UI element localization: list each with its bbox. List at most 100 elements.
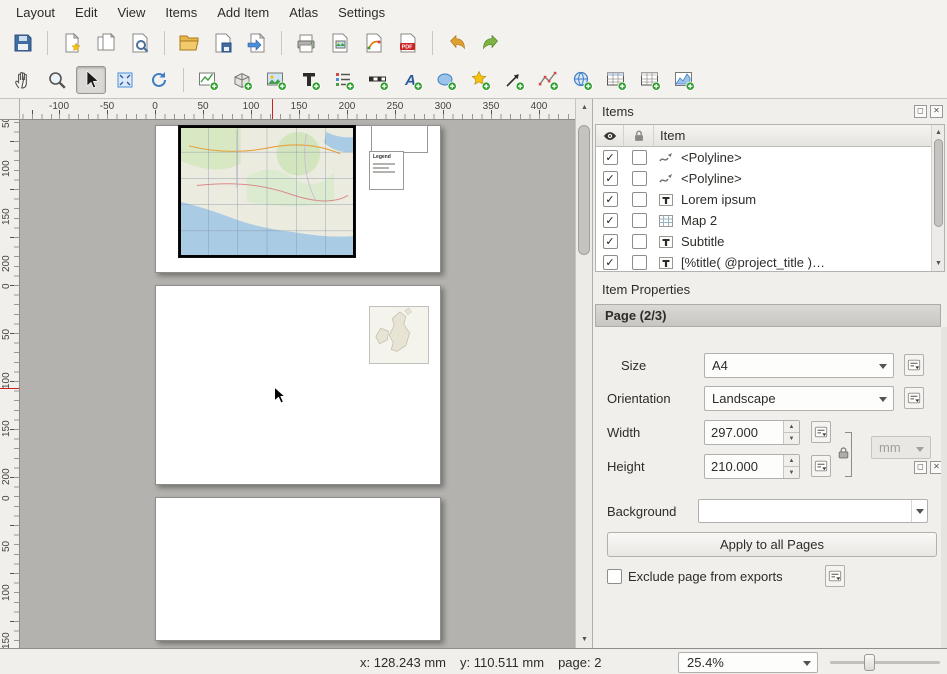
scroll-up-arrow[interactable]: ▲ — [933, 125, 944, 140]
lock-checkbox[interactable] — [632, 192, 647, 207]
map-item[interactable] — [178, 125, 356, 258]
scrollbar-thumb[interactable] — [934, 139, 943, 227]
apply-to-all-pages-button[interactable]: Apply to all Pages — [607, 532, 937, 557]
save-button[interactable] — [8, 29, 38, 57]
add-marker-button[interactable] — [465, 66, 495, 94]
lock-checkbox[interactable] — [632, 255, 647, 270]
legend-item[interactable]: Legend — [369, 151, 404, 190]
add-shape-button[interactable] — [431, 66, 461, 94]
items-row[interactable]: Map 2 — [596, 210, 931, 231]
zoom-slider-thumb[interactable] — [864, 654, 875, 671]
items-list-scrollbar[interactable]: ▲ ▼ — [931, 125, 944, 271]
items-row[interactable]: Subtitle — [596, 231, 931, 252]
add-3d-map-button[interactable] — [227, 66, 257, 94]
add-attribute-table-button[interactable] — [601, 66, 631, 94]
layout-page-3[interactable] — [155, 497, 441, 641]
visibility-checkbox[interactable] — [603, 234, 618, 249]
data-defined-override-button[interactable] — [811, 455, 831, 477]
add-node-item-button[interactable] — [533, 66, 563, 94]
add-picture-button[interactable] — [261, 66, 291, 94]
new-layout-button[interactable] — [57, 29, 87, 57]
undo-button[interactable] — [442, 29, 472, 57]
lock-checkbox[interactable] — [632, 171, 647, 186]
float-panel-button[interactable]: ◻ — [914, 461, 927, 474]
redo-button[interactable] — [476, 29, 506, 57]
zoom-combobox[interactable]: 25.4% — [678, 652, 818, 673]
empty-label-item[interactable] — [371, 125, 428, 153]
visibility-checkbox[interactable] — [603, 213, 618, 228]
data-defined-override-button[interactable] — [825, 565, 845, 587]
export-pdf-button[interactable]: PDF — [393, 29, 423, 57]
lock-checkbox[interactable] — [632, 150, 647, 165]
menu-item-add-item[interactable]: Add Item — [207, 2, 279, 23]
visibility-checkbox[interactable] — [603, 150, 618, 165]
add-fixed-table-button[interactable] — [635, 66, 665, 94]
visibility-checkbox[interactable] — [603, 171, 618, 186]
spin-down-button[interactable]: ▼ — [784, 433, 799, 444]
items-row[interactable]: <Polyline> — [596, 168, 931, 189]
pan-button[interactable] — [8, 66, 38, 94]
background-color-dropdown[interactable] — [911, 500, 927, 522]
layout-page-2[interactable] — [155, 285, 441, 485]
add-dynamic-text-button[interactable]: A — [397, 66, 427, 94]
add-scalebar-button[interactable] — [363, 66, 393, 94]
save-as-template-button[interactable] — [208, 29, 238, 57]
export-svg-button[interactable] — [359, 29, 389, 57]
scroll-up-arrow[interactable]: ▲ — [577, 100, 592, 115]
close-panel-button[interactable]: ✕ — [930, 105, 943, 118]
add-map-button[interactable] — [193, 66, 223, 94]
size-combobox[interactable]: A4 — [704, 353, 894, 378]
zoom-button[interactable] — [42, 66, 72, 94]
width-input[interactable] — [711, 423, 773, 442]
add-arrow-button[interactable] — [499, 66, 529, 94]
visibility-checkbox[interactable] — [603, 255, 618, 270]
background-color-button[interactable] — [698, 499, 928, 523]
exclude-page-checkbox[interactable] — [607, 569, 622, 584]
float-panel-button[interactable]: ◻ — [914, 105, 927, 118]
zoom-slider-track[interactable] — [830, 661, 940, 664]
add-label-button[interactable] — [295, 66, 325, 94]
items-row[interactable]: [%title( @project_title )… — [596, 252, 931, 271]
picture-map-item[interactable] — [369, 306, 429, 364]
data-defined-override-button[interactable] — [904, 354, 924, 376]
menu-item-view[interactable]: View — [107, 2, 155, 23]
layout-manager-button[interactable] — [125, 29, 155, 57]
spin-up-button[interactable]: ▲ — [784, 455, 799, 467]
zoom-full-button[interactable] — [110, 66, 140, 94]
items-row[interactable]: Lorem ipsum — [596, 189, 931, 210]
spin-up-button[interactable]: ▲ — [784, 421, 799, 433]
add-legend-button[interactable] — [329, 66, 359, 94]
lock-checkbox[interactable] — [632, 234, 647, 249]
print-button[interactable] — [291, 29, 321, 57]
scrollbar-thumb[interactable] — [578, 125, 590, 255]
spin-down-button[interactable]: ▼ — [784, 467, 799, 478]
menu-item-edit[interactable]: Edit — [65, 2, 107, 23]
menu-item-settings[interactable]: Settings — [328, 2, 395, 23]
export-image-button[interactable] — [325, 29, 355, 57]
layout-viewport[interactable]: Legend — [20, 120, 575, 648]
canvas-vertical-scrollbar[interactable]: ▲ ▼ — [575, 99, 592, 648]
items-row[interactable]: <Polyline> — [596, 147, 931, 168]
add-html-button[interactable] — [567, 66, 597, 94]
open-button[interactable] — [174, 29, 204, 57]
menu-item-layout[interactable]: Layout — [6, 2, 65, 23]
duplicate-layout-button[interactable] — [91, 29, 121, 57]
properties-scrollbar-track[interactable] — [941, 327, 947, 648]
data-defined-override-button[interactable] — [811, 421, 831, 443]
height-input[interactable] — [711, 457, 773, 476]
add-elevation-profile-button[interactable] — [669, 66, 699, 94]
layout-page-1[interactable]: Legend — [155, 125, 441, 273]
lock-checkbox[interactable] — [632, 213, 647, 228]
add-items-from-template-button[interactable] — [242, 29, 272, 57]
refresh-view-button[interactable] — [144, 66, 174, 94]
mouse-cursor — [273, 386, 286, 405]
menu-item-atlas[interactable]: Atlas — [279, 2, 328, 23]
visibility-checkbox[interactable] — [603, 192, 618, 207]
scroll-down-arrow[interactable]: ▼ — [577, 632, 592, 647]
data-defined-override-button[interactable] — [904, 387, 924, 409]
lock-ratio-icon[interactable] — [837, 446, 850, 459]
select-move-item-button[interactable] — [76, 66, 106, 94]
orientation-combobox[interactable]: Landscape — [704, 386, 894, 411]
scroll-down-arrow[interactable]: ▼ — [933, 256, 944, 271]
menu-item-items[interactable]: Items — [155, 2, 207, 23]
